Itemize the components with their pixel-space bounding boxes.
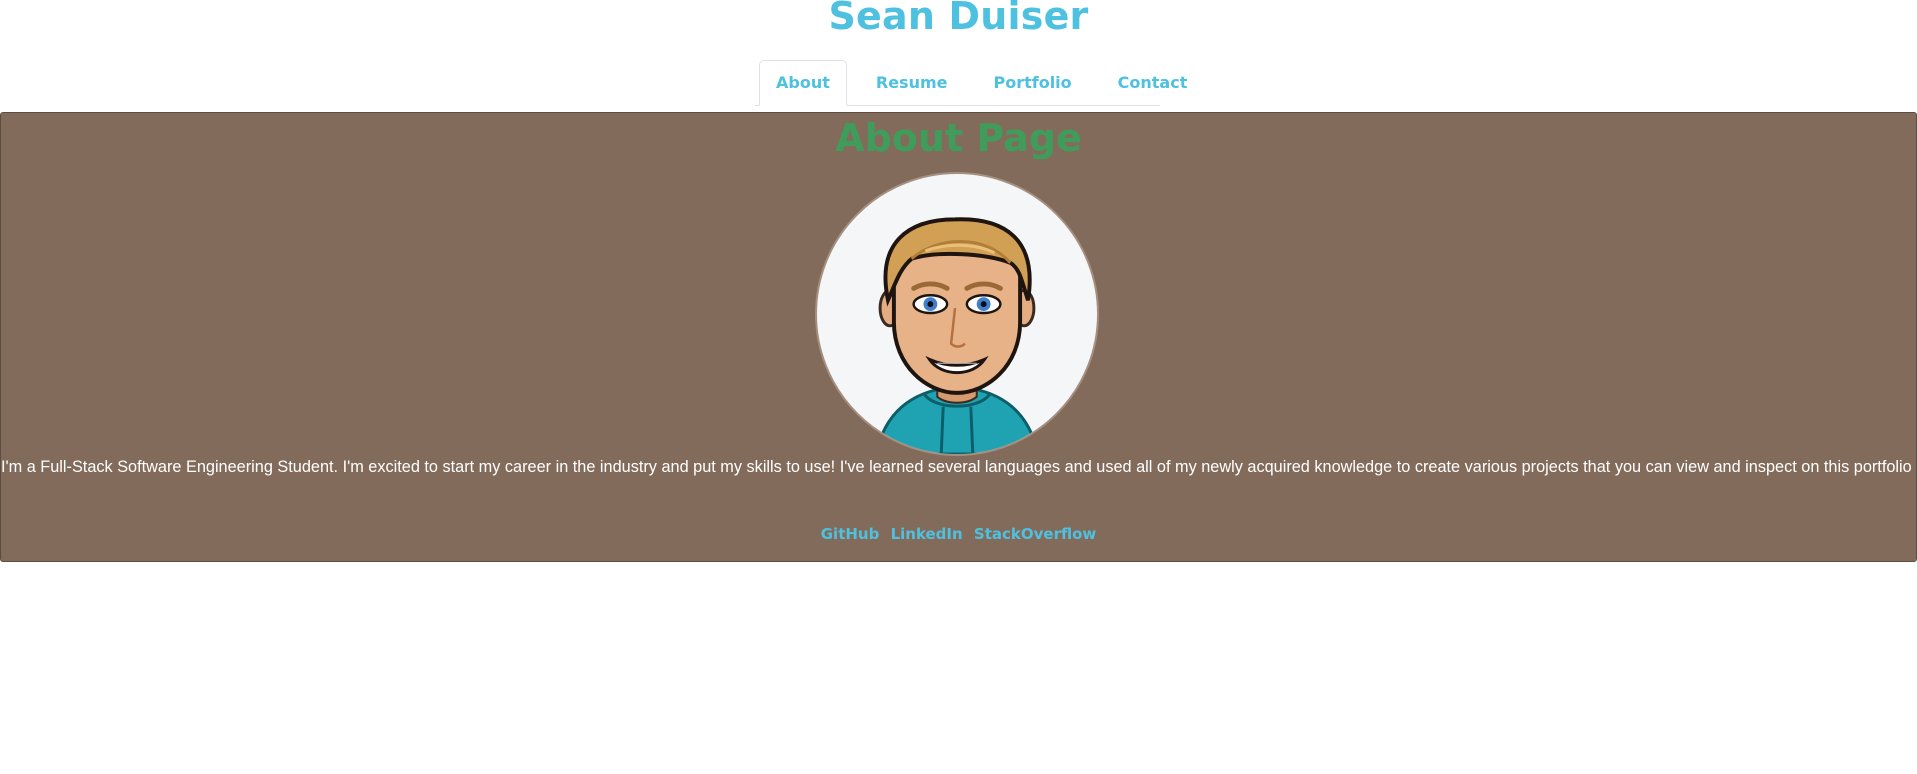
tab-resume[interactable]: Resume [859, 60, 965, 106]
site-title: Sean Duiser [828, 0, 1089, 38]
tab-about[interactable]: About [759, 60, 847, 106]
tab-contact[interactable]: Contact [1101, 60, 1205, 106]
linkedin-link[interactable]: LinkedIn [891, 525, 963, 543]
stackoverflow-link[interactable]: StackOverflow [974, 525, 1096, 543]
bitmoji-avatar-icon [874, 217, 1040, 454]
about-section: About Page I'm a Full-Stack Software Eng… [0, 112, 1917, 562]
tab-portfolio[interactable]: Portfolio [976, 60, 1088, 106]
social-links: GitHub LinkedIn StackOverflow [1, 525, 1916, 543]
avatar [815, 172, 1099, 456]
site-header: Sean Duiser About Resume Portfolio Conta… [0, 0, 1917, 112]
bio-text: I'm a Full-Stack Software Engineering St… [1, 458, 1917, 476]
github-link[interactable]: GitHub [821, 525, 880, 543]
about-heading: About Page [835, 116, 1082, 160]
nav-tabs: About Resume Portfolio Contact [755, 58, 1187, 106]
